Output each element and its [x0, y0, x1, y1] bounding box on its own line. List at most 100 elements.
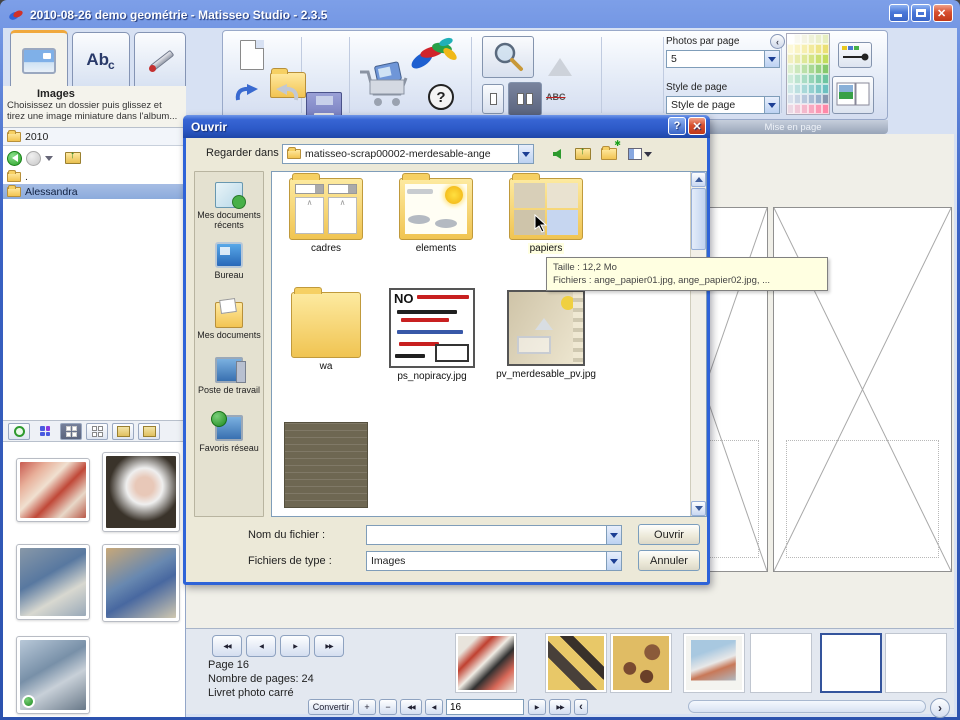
expand-strip-button[interactable]: ›: [930, 698, 950, 718]
close-button[interactable]: ✕: [933, 4, 953, 22]
palette-swatch[interactable]: [808, 34, 815, 44]
sort-dots-button[interactable]: [34, 423, 56, 440]
dropdown-arrow-icon[interactable]: [606, 552, 621, 570]
photos-per-page-select[interactable]: 5: [666, 50, 780, 68]
palette-swatch[interactable]: [815, 64, 822, 74]
goto-last-button[interactable]: ▶▶: [549, 699, 571, 715]
page-thumbnail[interactable]: [750, 633, 812, 693]
single-page-view-button[interactable]: [482, 84, 504, 114]
palette-swatch[interactable]: [822, 44, 829, 54]
palette-swatch[interactable]: [808, 104, 815, 114]
page-thumbnail[interactable]: [455, 633, 517, 693]
palette-swatch[interactable]: [808, 44, 815, 54]
view-menu-button[interactable]: [626, 144, 654, 164]
place-recent-documents[interactable]: Mes documents récents: [195, 182, 263, 230]
place-my-documents[interactable]: Mes documents: [195, 302, 263, 340]
zoom-out-button[interactable]: −: [379, 699, 397, 715]
back-button[interactable]: [546, 144, 568, 164]
tab-text[interactable]: Ab c: [72, 32, 130, 86]
palette-swatch[interactable]: [787, 34, 794, 44]
page-style-select[interactable]: Style de page: [666, 96, 780, 114]
palette-swatch[interactable]: [787, 94, 794, 104]
nav-back-button[interactable]: [7, 150, 22, 166]
palette-swatch[interactable]: [801, 64, 808, 74]
palette-swatch[interactable]: [801, 104, 808, 114]
palette-swatch[interactable]: [801, 84, 808, 94]
double-page-view-button[interactable]: [508, 82, 542, 116]
file-item-pv[interactable]: pv_merdesable_pv.jpg: [496, 290, 596, 380]
zoom-in-button[interactable]: +: [358, 699, 376, 715]
dropdown-arrow-icon[interactable]: [764, 97, 779, 113]
dropdown-arrow-icon[interactable]: [764, 51, 779, 67]
dialog-titlebar[interactable]: Ouvrir ? ✕: [183, 115, 710, 138]
dialog-open-button[interactable]: Ouvrir: [638, 524, 700, 545]
palette-swatch[interactable]: [822, 34, 829, 44]
photo-detail-button[interactable]: [138, 422, 160, 440]
previous-page-button[interactable]: ◀: [246, 635, 276, 657]
photo-thumbnail[interactable]: [16, 636, 90, 714]
grid-view-button[interactable]: [86, 422, 108, 440]
palette-swatch[interactable]: [794, 74, 801, 84]
goto-first-button[interactable]: ◀◀: [400, 699, 422, 715]
tab-images[interactable]: [10, 30, 68, 88]
nav-history-arrow-icon[interactable]: [45, 155, 53, 161]
dialog-close-button[interactable]: ✕: [688, 117, 706, 135]
palette-swatch[interactable]: [794, 94, 801, 104]
palette-swatch[interactable]: [794, 104, 801, 114]
convert-button[interactable]: Convertir: [308, 699, 354, 715]
maximize-button[interactable]: [911, 4, 931, 22]
nav-up-button[interactable]: [65, 150, 81, 164]
minimize-button[interactable]: [889, 4, 909, 22]
palette-swatch[interactable]: [794, 34, 801, 44]
palette-swatch[interactable]: [794, 54, 801, 64]
mise-en-page-tab[interactable]: Mise en page: [698, 120, 888, 134]
photo-thumbnail[interactable]: [16, 458, 90, 522]
palette-swatch[interactable]: [787, 64, 794, 74]
palette-swatch[interactable]: [808, 94, 815, 104]
dialog-help-button[interactable]: ?: [668, 117, 686, 135]
spellcheck-icon[interactable]: ABC: [546, 92, 566, 102]
redo-button[interactable]: [268, 82, 300, 104]
palette-swatch[interactable]: [822, 104, 829, 114]
palette-swatch[interactable]: [801, 94, 808, 104]
goto-next-button[interactable]: ▶: [528, 699, 546, 715]
file-name-input[interactable]: [366, 525, 622, 545]
next-page-button[interactable]: ▶: [280, 635, 310, 657]
folder-item-elements[interactable]: elements: [396, 173, 476, 254]
palette-swatch[interactable]: [787, 104, 794, 114]
palette-swatch[interactable]: [808, 64, 815, 74]
tree-item-dot[interactable]: .: [3, 170, 185, 184]
goto-previous-button[interactable]: ◀: [425, 699, 443, 715]
folder-item-wa[interactable]: wa: [286, 287, 366, 372]
palette-swatch[interactable]: [787, 54, 794, 64]
palette-swatch[interactable]: [822, 74, 829, 84]
file-item-dark[interactable]: [284, 422, 368, 508]
palette-swatch[interactable]: [787, 74, 794, 84]
palette-swatch[interactable]: [822, 54, 829, 64]
palette-swatch[interactable]: [822, 94, 829, 104]
layout-fill-button[interactable]: [832, 76, 874, 114]
up-one-level-button[interactable]: [572, 144, 594, 164]
photo-thumbnail[interactable]: [16, 544, 90, 620]
palette-swatch[interactable]: [801, 54, 808, 64]
first-page-button[interactable]: ◀◀: [212, 635, 242, 657]
last-page-button[interactable]: ▶▶: [314, 635, 344, 657]
palette-swatch[interactable]: [787, 44, 794, 54]
collapse-strip-button[interactable]: ‹: [574, 699, 588, 715]
palette-swatch[interactable]: [794, 84, 801, 94]
palette-swatch[interactable]: [794, 64, 801, 74]
palette-swatch[interactable]: [815, 44, 822, 54]
place-network[interactable]: Favoris réseau: [195, 411, 263, 453]
new-document-button[interactable]: [240, 40, 264, 70]
palette-swatch[interactable]: [808, 74, 815, 84]
scroll-down-button[interactable]: [691, 501, 706, 516]
order-cart-button[interactable]: [356, 58, 412, 110]
palette-swatch[interactable]: [815, 34, 822, 44]
scroll-up-button[interactable]: [691, 172, 706, 187]
palette-swatch[interactable]: [815, 54, 822, 64]
zoom-button[interactable]: [482, 36, 534, 78]
palette-swatch[interactable]: [815, 94, 822, 104]
tree-item-alessandra[interactable]: Alessandra: [3, 184, 185, 199]
palette-swatch[interactable]: [794, 44, 801, 54]
tab-tools[interactable]: [134, 32, 186, 86]
